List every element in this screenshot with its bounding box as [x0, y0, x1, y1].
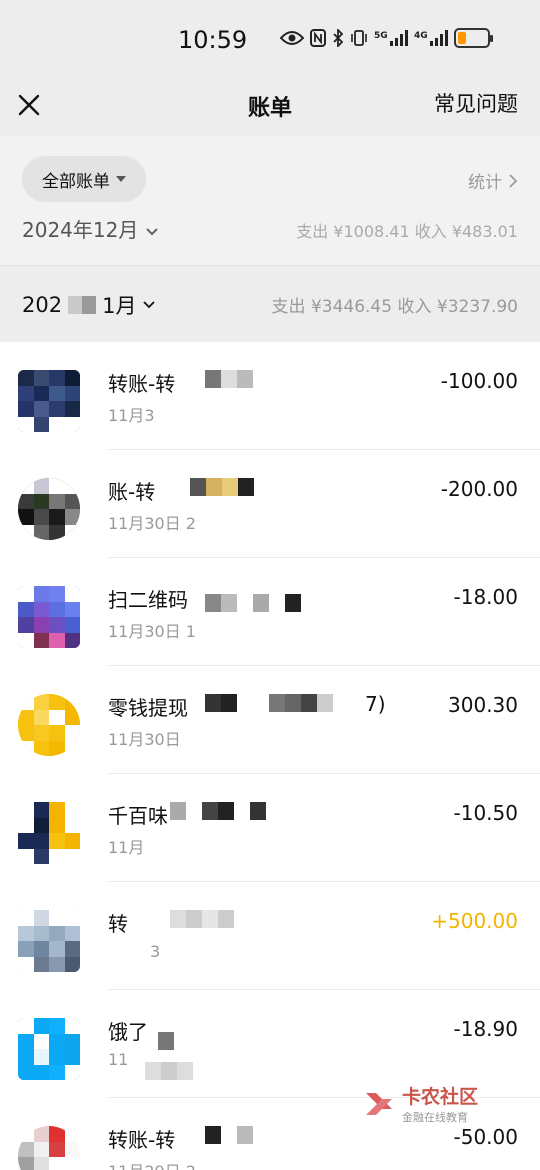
transaction-time: 11月30日 2: [108, 514, 196, 533]
watermark: 卡农社区 金融在线教育: [362, 1082, 478, 1125]
4g-signal-icon: 4G: [414, 30, 448, 46]
transaction-time: 11月: [108, 838, 145, 857]
avatar: [18, 478, 80, 540]
avatar: [18, 586, 80, 648]
redaction-mosaic: [190, 478, 254, 498]
avatar: [18, 370, 80, 432]
transaction-amount: -10.50: [453, 801, 518, 825]
month-title: 202 1月: [22, 290, 156, 320]
redaction-mosaic: [68, 296, 97, 314]
bill-filter-dropdown[interactable]: 全部账单: [22, 156, 146, 202]
transaction-amount: +500.00: [431, 909, 518, 933]
transaction-time: 3: [150, 942, 161, 961]
avatar: [18, 1018, 80, 1080]
transaction-title: 千百味: [108, 804, 168, 828]
chevron-down-icon: [146, 228, 158, 236]
redaction-mosaic: [205, 594, 301, 614]
month-header[interactable]: 202 1月 支出 ¥3446.45 收入 ¥3237.90: [0, 266, 540, 340]
avatar: [18, 1126, 80, 1170]
chevron-down-icon: [143, 301, 156, 309]
redaction-mosaic: [145, 1062, 193, 1082]
transaction-time: 11月29日 2: [108, 1158, 196, 1170]
transaction-title: 账-转: [108, 480, 156, 504]
nfc-icon: [310, 29, 326, 47]
transaction-time: 11月30日 1: [108, 622, 196, 641]
watermark-logo-icon: [366, 1092, 392, 1115]
status-icons: 5G 4G: [280, 28, 493, 48]
transaction-amount: -200.00: [440, 477, 518, 501]
battery-level: [458, 32, 466, 44]
bluetooth-icon: [333, 29, 344, 47]
chevron-right-icon: [509, 173, 518, 188]
transaction-row[interactable]: 账-转 11月30日 2 -200.00: [0, 450, 540, 558]
transaction-row[interactable]: 转 3 +500.00: [0, 882, 540, 990]
transaction-title: 转: [108, 912, 128, 936]
status-bar: 10:59 5G 4G: [0, 0, 540, 80]
stats-label: 统计: [468, 173, 502, 193]
status-time: 10:59: [178, 26, 248, 54]
transaction-row[interactable]: 扫二维码 11月30日 1 -18.00: [0, 558, 540, 666]
filter-row: 全部账单 统计: [0, 136, 540, 218]
caret-down-icon: [116, 176, 126, 182]
transaction-list: 转账-转 11月3 -100.00 账-转 11月30日 2 -200.00 扫…: [0, 342, 540, 1170]
redaction-mosaic: [170, 802, 266, 822]
transaction-title: 转账-转: [108, 372, 176, 396]
avatar: [18, 694, 80, 756]
svg-text:4G: 4G: [414, 31, 428, 41]
transaction-title: 转账-转: [108, 1128, 176, 1152]
watermark-tagline: 金融在线教育: [402, 1111, 468, 1124]
transaction-amount: -50.00: [453, 1125, 518, 1149]
month-header-previous[interactable]: 2024年12月 支出 ¥1008.41 收入 ¥483.01: [0, 218, 540, 266]
month-stats: 支出 ¥1008.41 收入 ¥483.01: [296, 222, 518, 241]
eye-icon: [280, 31, 304, 45]
redaction-mosaic: [205, 694, 333, 714]
vibrate-icon: [351, 30, 367, 46]
transaction-title: 饿了: [108, 1020, 148, 1044]
transaction-amount: 300.30: [448, 693, 518, 717]
redaction-mosaic: [205, 1126, 253, 1146]
transaction-amount: -100.00: [440, 369, 518, 393]
5g-signal-icon: 5G: [374, 30, 408, 46]
transaction-amount: -18.00: [453, 585, 518, 609]
month-title: 2024年12月: [22, 218, 159, 243]
nav-bar: 账单 常见问题: [0, 80, 540, 136]
transaction-row[interactable]: 零钱提现 7) 11月30日 300.30: [0, 666, 540, 774]
redaction-mosaic: [170, 910, 234, 930]
transaction-time: 11: [108, 1050, 129, 1069]
battery-icon: [454, 28, 493, 48]
transaction-time: 11月30日: [108, 730, 181, 749]
redaction-mosaic: [205, 370, 253, 390]
transaction-row[interactable]: 转账-转 11月3 -100.00: [0, 342, 540, 450]
redaction-mosaic: [158, 1032, 174, 1052]
transaction-time: 11月3: [108, 406, 155, 425]
transaction-title: 扫二维码: [108, 588, 188, 612]
avatar: [18, 802, 80, 864]
watermark-name: 卡农社区: [402, 1086, 479, 1108]
transaction-title: 零钱提现: [108, 696, 188, 720]
transaction-note: 7): [365, 692, 386, 716]
svg-text:5G: 5G: [374, 31, 388, 41]
stats-link[interactable]: 统计: [468, 168, 518, 193]
avatar: [18, 910, 80, 972]
month-stats: 支出 ¥3446.45 收入 ¥3237.90: [271, 297, 518, 317]
faq-link[interactable]: 常见问题: [434, 88, 518, 118]
transaction-amount: -18.90: [453, 1017, 518, 1041]
transaction-row[interactable]: 千百味 11月 -10.50: [0, 774, 540, 882]
bill-filter-label: 全部账单: [42, 171, 110, 192]
